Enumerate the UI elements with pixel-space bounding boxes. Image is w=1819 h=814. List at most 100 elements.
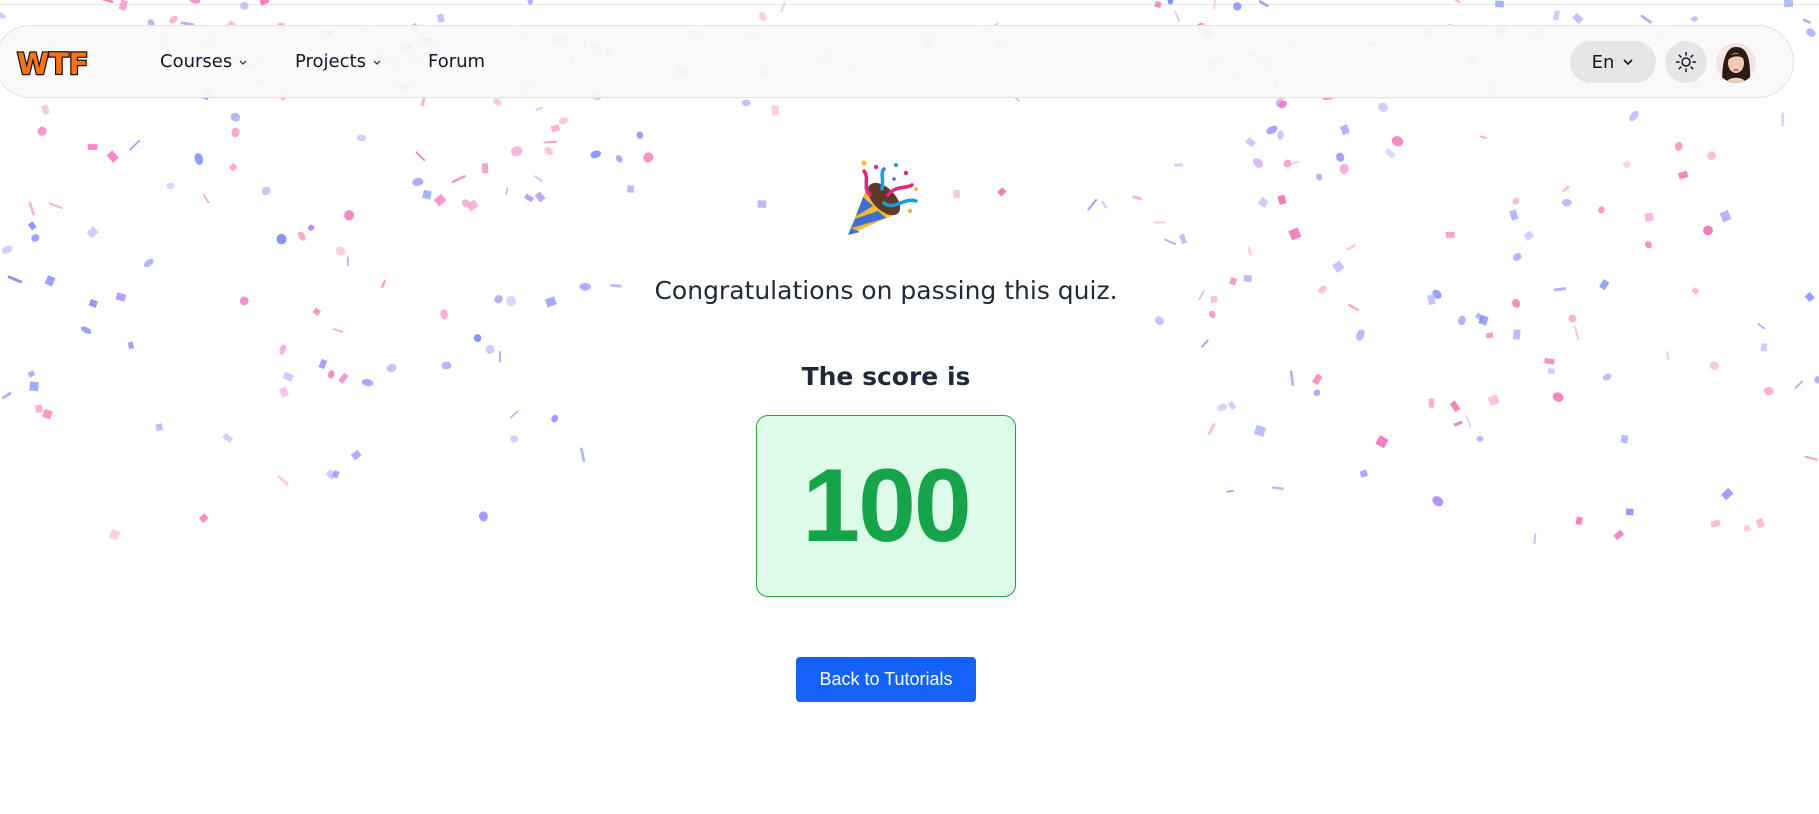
confetti-piece [1226,490,1234,493]
confetti-piece [1336,152,1345,162]
confetti-piece [332,328,343,333]
navbar: WTF Courses Projects Forum En [0,25,1794,98]
confetti-piece [228,162,238,172]
confetti-piece [1720,487,1734,501]
avatar-image [1716,43,1756,83]
confetti-piece [279,344,287,355]
confetti-piece [481,163,489,174]
wtf-logo[interactable]: WTF [15,46,93,80]
confetti-piece [325,469,337,480]
confetti-piece [1101,201,1108,209]
confetti-piece [558,117,569,125]
confetti-piece [307,224,315,231]
confetti-piece [1479,135,1487,139]
chevron-down-icon [373,60,381,65]
confetti-piece [1552,10,1561,21]
confetti-piece [415,151,426,162]
score-box: 100 [756,415,1016,597]
confetti-piece [166,182,175,190]
congratulations-message: Congratulations on passing this quiz. [654,276,1118,305]
confetti-piece [1476,435,1484,442]
confetti-piece [1625,508,1634,516]
language-label: En [1591,51,1615,73]
confetti-piece [1598,206,1605,214]
confetti-piece [1485,332,1494,339]
confetti-piece [1690,16,1699,22]
confetti-piece [1454,0,1461,4]
confetti-piece [37,126,47,136]
confetti-piece [1575,516,1583,526]
confetti-piece [261,186,271,196]
confetti-piece [1474,312,1485,322]
confetti-piece [1458,315,1466,326]
confetti-piece [48,202,63,209]
confetti-piece [505,187,509,195]
confetti-piece [194,153,204,165]
confetti-piece [1201,339,1209,348]
confetti-piece [510,435,519,443]
confetti-piece [222,432,234,443]
confetti-piece [1266,125,1278,135]
confetti-piece [1568,314,1577,323]
confetti-piece [533,175,544,183]
confetti-piece [35,404,43,413]
confetti-piece [1432,496,1444,507]
confetti-piece [997,187,1007,197]
confetti-piece [1346,244,1356,251]
nav-courses[interactable]: Courses [160,26,248,97]
confetti-piece [535,106,543,111]
confetti-piece [1347,303,1359,311]
party-popper-icon [848,160,918,235]
language-selector[interactable]: En [1570,41,1656,83]
confetti-piece [1339,124,1350,136]
confetti-piece [1760,343,1768,352]
nav-forum[interactable]: Forum [428,26,485,97]
confetti-piece [1271,486,1284,491]
confetti-piece [1359,469,1368,478]
theme-toggle-button[interactable] [1665,41,1707,83]
confetti-piece [590,150,601,159]
confetti-piece [1164,238,1177,245]
user-avatar[interactable] [1716,43,1756,83]
confetti-piece [485,345,495,354]
confetti-piece [1533,533,1537,545]
back-to-tutorials-button[interactable]: Back to Tutorials [796,657,976,702]
confetti-piece [759,11,767,22]
confetti-piece [433,193,447,207]
chevron-down-icon [239,60,247,65]
confetti-piece [198,513,209,524]
confetti-piece [412,177,424,187]
confetti-piece [277,475,289,486]
confetti-piece [230,112,241,122]
confetti-piece [1277,130,1284,140]
confetti-piece [1174,11,1180,23]
confetti-piece [1622,160,1632,169]
nav-projects[interactable]: Projects [295,26,382,97]
nav-forum-label: Forum [428,51,486,72]
confetti-piece [551,414,559,423]
confetti-piece [440,309,448,320]
confetti-piece [86,226,99,239]
confetti-piece [451,175,466,184]
confetti-piece [129,139,141,151]
confetti-piece [143,258,154,268]
confetti-piece [1572,12,1584,24]
confetti-piece [101,0,114,4]
confetti-piece [1478,314,1489,326]
confetti-piece [1804,455,1818,461]
confetti-piece [1173,163,1183,167]
confetti-piece [1,245,13,254]
confetti-piece [543,140,557,144]
confetti-piece [240,1,249,10]
confetti-piece [436,13,445,23]
confetti-piece [1620,434,1629,444]
confetti-piece [1254,161,1263,169]
confetti-piece [1207,423,1216,435]
confetti-piece [627,185,635,193]
confetti-piece [1391,136,1404,147]
confetti-piece [580,447,586,463]
confetti-piece [80,326,92,334]
confetti-piece [1252,158,1264,168]
confetti-piece [356,134,367,142]
confetti-piece [1613,529,1625,541]
